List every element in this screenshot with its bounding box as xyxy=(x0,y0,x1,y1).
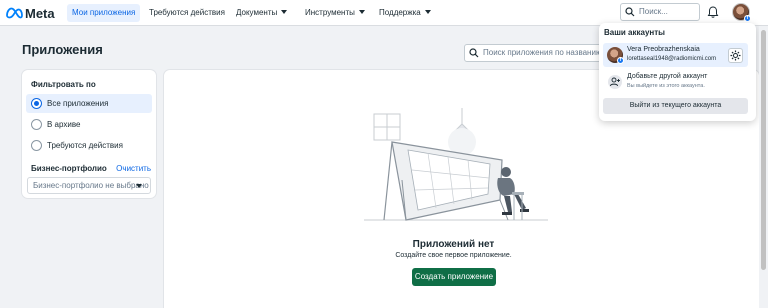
radio-selected-icon[interactable] xyxy=(31,98,42,109)
accounts-dropdown: Ваши аккаунты f Vera Preobrazhenskaia lo… xyxy=(599,23,756,121)
facebook-badge-icon: f xyxy=(617,57,624,64)
radio-icon[interactable] xyxy=(31,140,42,151)
clear-filter-link[interactable]: Очистить xyxy=(116,164,151,173)
nav-support-label: Поддержка xyxy=(379,8,421,17)
nav-support[interactable]: Поддержка xyxy=(374,4,436,22)
filter-panel: Фильтровать по Все приложения В архиве Т… xyxy=(22,70,156,198)
meta-logo[interactable]: Meta xyxy=(5,5,55,21)
filter-option-archived[interactable]: В архиве xyxy=(26,115,152,134)
meta-infinity-icon xyxy=(6,7,23,19)
logout-button[interactable]: Выйти из текущего аккаунта xyxy=(603,98,748,114)
nav-my-apps-label: Мои приложения xyxy=(72,8,136,17)
empty-state-illustration xyxy=(364,108,548,221)
chevron-down-icon xyxy=(424,10,431,14)
top-search-input[interactable]: Поиск... xyxy=(620,3,700,21)
add-account-row[interactable]: Добавьте другой аккаунт Вы выйдете из эт… xyxy=(603,71,748,93)
facebook-badge-icon: f xyxy=(744,15,751,22)
gear-icon xyxy=(730,50,741,61)
filter-option-label: В архиве xyxy=(47,120,81,129)
apps-search-placeholder: Поиск приложения по названию или xyxy=(483,48,603,57)
search-icon xyxy=(469,48,479,58)
nav-my-apps[interactable]: Мои приложения xyxy=(67,4,141,22)
nav-action-required[interactable]: Требуются действия xyxy=(144,4,230,22)
business-portfolio-value: Бизнес-портфолио не выбрано xyxy=(33,181,149,190)
nav-tools[interactable]: Инструменты xyxy=(300,4,370,22)
page-title: Приложения xyxy=(22,42,103,57)
business-portfolio-title: Бизнес-портфолио xyxy=(31,164,107,173)
filter-title: Фильтровать по xyxy=(31,80,96,89)
account-settings-button[interactable] xyxy=(728,48,743,63)
business-portfolio-select[interactable]: Бизнес-портфолио не выбрано xyxy=(27,177,151,194)
filter-option-label: Требуются действия xyxy=(47,141,123,150)
page-scrollbar[interactable] xyxy=(759,26,768,308)
empty-state-subtitle: Создайте свое первое приложение. xyxy=(395,252,512,259)
nav-docs[interactable]: Документы xyxy=(231,4,292,22)
chevron-down-icon xyxy=(358,10,365,14)
apps-search-input[interactable]: Поиск приложения по названию или xyxy=(464,44,604,62)
chevron-down-icon xyxy=(136,184,142,188)
nav-tools-label: Инструменты xyxy=(305,8,355,17)
filter-option-action-required[interactable]: Требуются действия xyxy=(26,136,152,155)
filter-option-label: Все приложения xyxy=(47,99,109,108)
account-email: lorettaseal1948@radiomicmi.com xyxy=(627,56,717,62)
empty-state-title: Приложений нет xyxy=(412,239,495,250)
nav-docs-label: Документы xyxy=(236,8,278,17)
account-avatar: f xyxy=(607,47,624,64)
search-icon xyxy=(625,7,635,17)
radio-icon[interactable] xyxy=(31,119,42,130)
add-account-title: Добавьте другой аккаунт xyxy=(627,73,708,80)
accounts-title: Ваши аккаунты xyxy=(604,28,665,37)
profile-avatar-button[interactable]: f xyxy=(732,3,751,22)
logo-text: Meta xyxy=(25,5,55,21)
account-name: Vera Preobrazhenskaia xyxy=(627,46,700,53)
current-account-row[interactable]: f Vera Preobrazhenskaia lorettaseal1948@… xyxy=(603,43,748,67)
scrollbar-thumb[interactable] xyxy=(761,30,766,270)
add-person-icon xyxy=(608,75,622,89)
nav-action-required-label: Требуются действия xyxy=(149,8,225,17)
filter-option-all-apps[interactable]: Все приложения xyxy=(26,94,152,113)
top-search-placeholder: Поиск... xyxy=(639,7,668,16)
notifications-bell-icon[interactable] xyxy=(706,5,720,19)
add-account-subtitle: Вы выйдете из этого аккаунта. xyxy=(627,83,705,89)
chevron-down-icon xyxy=(281,10,288,14)
create-app-button[interactable]: Создать приложение xyxy=(412,268,496,286)
